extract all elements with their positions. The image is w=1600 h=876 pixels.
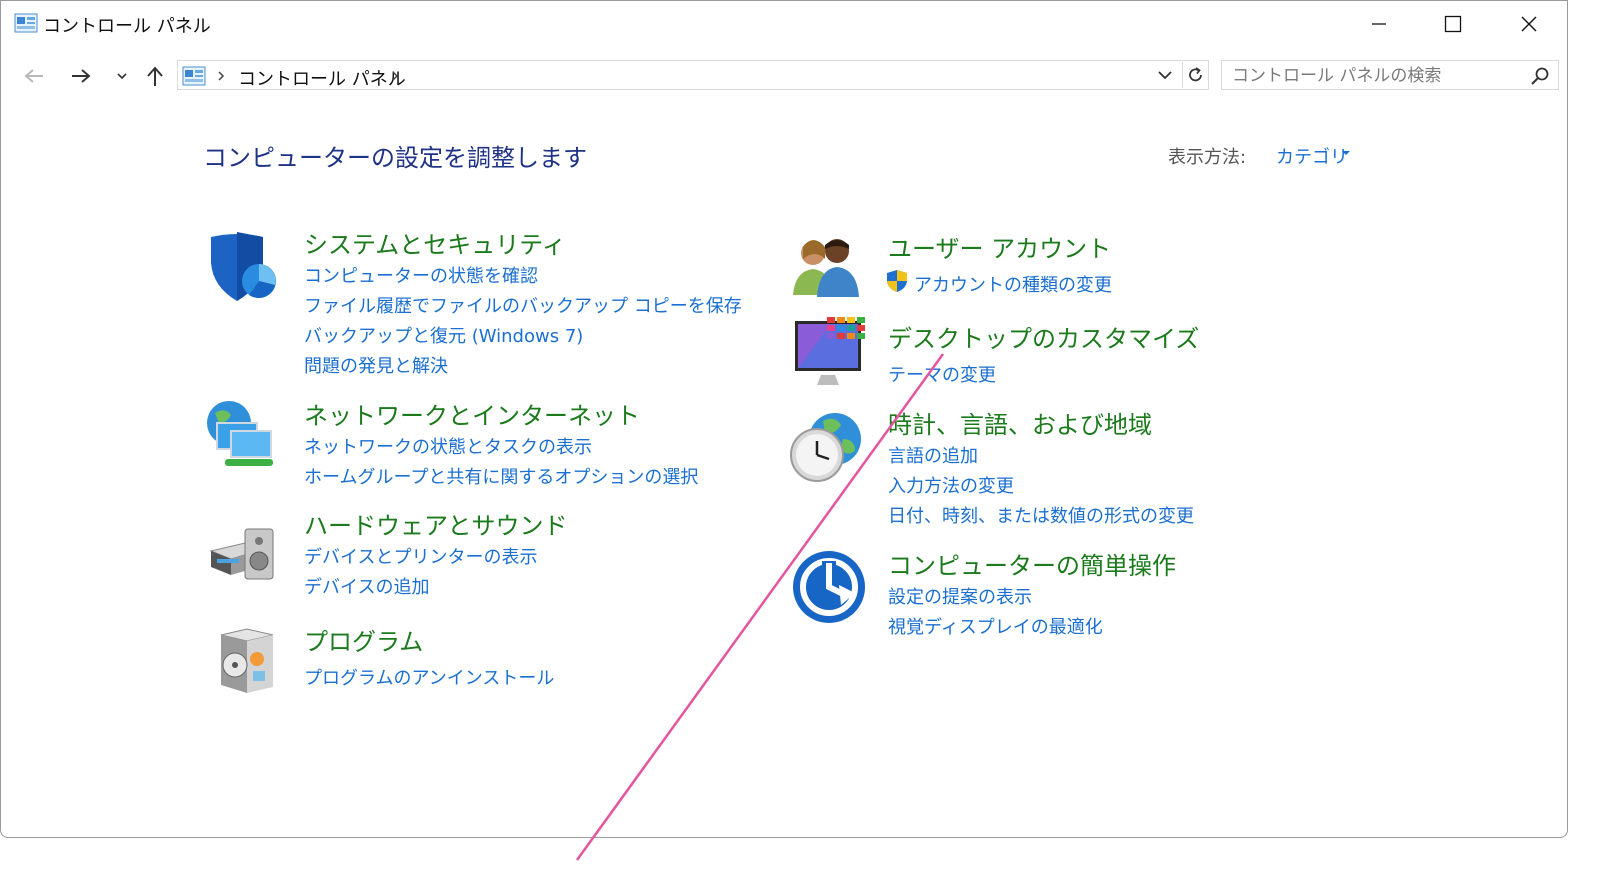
clock-globe-icon[interactable]: [789, 409, 865, 485]
arrow-right-icon: [72, 69, 91, 83]
search-box[interactable]: [1221, 60, 1559, 90]
chevron-right-icon[interactable]: [216, 70, 226, 82]
category-title-ease-of-access[interactable]: コンピューターの簡単操作: [888, 546, 1176, 581]
link-check-computer-status[interactable]: コンピューターの状態を確認: [304, 262, 538, 288]
link-settings-suggestions[interactable]: 設定の提案の表示: [888, 583, 1032, 609]
chevron-right-icon[interactable]: [390, 70, 400, 82]
minimize-button[interactable]: [1341, 1, 1417, 47]
shield-icon[interactable]: [205, 229, 281, 305]
category-title-clock-language-region[interactable]: 時計、言語、および地域: [888, 405, 1152, 440]
link-add-device[interactable]: デバイスの追加: [304, 573, 429, 599]
category-title-desktop-customization[interactable]: デスクトップのカスタマイズ: [888, 319, 1199, 354]
link-uninstall-program[interactable]: プログラムのアンインストール: [304, 664, 554, 690]
title-bar: コントロール パネル: [1, 1, 1567, 47]
link-network-status[interactable]: ネットワークの状態とタスクの表示: [304, 433, 592, 459]
view-by-label: 表示方法:: [1168, 147, 1247, 168]
printer-speaker-icon[interactable]: [205, 515, 281, 591]
view-by-dropdown[interactable]: カテゴリ: [1276, 143, 1348, 169]
ease-of-access-icon[interactable]: [791, 549, 867, 625]
arrow-left-icon: [24, 69, 43, 83]
chevron-down-icon[interactable]: [1156, 66, 1174, 84]
link-backup-restore[interactable]: バックアップと復元 (Windows 7): [304, 322, 583, 348]
refresh-icon: [1189, 67, 1202, 82]
recent-locations-button[interactable]: [112, 61, 132, 91]
link-change-theme[interactable]: テーマの変更: [888, 361, 996, 387]
refresh-button[interactable]: [1182, 62, 1209, 88]
close-icon: [1521, 16, 1537, 32]
users-icon[interactable]: [791, 229, 867, 305]
network-globe-icon[interactable]: [203, 397, 279, 473]
programs-box-icon[interactable]: [207, 621, 283, 697]
arrow-up-icon: [147, 66, 163, 86]
search-icon[interactable]: [1530, 66, 1550, 86]
link-change-account-type[interactable]: アカウントの種類の変更: [914, 271, 1112, 297]
link-change-date-time-format[interactable]: 日付、時刻、または数値の形式の変更: [888, 502, 1194, 528]
link-troubleshoot[interactable]: 問題の発見と解決: [304, 352, 448, 378]
maximize-icon: [1444, 15, 1462, 33]
link-change-input-method[interactable]: 入力方法の変更: [888, 472, 1014, 498]
link-add-language[interactable]: 言語の追加: [888, 442, 978, 468]
window-title: コントロール パネル: [43, 16, 211, 37]
maximize-button[interactable]: [1415, 1, 1491, 47]
breadcrumb-control-panel[interactable]: コントロール パネル: [238, 65, 406, 91]
desktop-monitor-icon[interactable]: [791, 315, 867, 391]
link-homegroup-sharing[interactable]: ホームグループと共有に関するオプションの選択: [304, 463, 698, 489]
control-panel-icon: [14, 13, 38, 33]
control-panel-window: コントロール パネル コントロール パネル コントロール パネルの検索 コンピュ…: [0, 0, 1568, 838]
uac-shield-icon: [887, 270, 907, 292]
link-optimize-visual-display[interactable]: 視覚ディスプレイの最適化: [888, 613, 1103, 639]
control-panel-icon: [182, 66, 206, 86]
dropdown-arrow-icon[interactable]: [1342, 151, 1350, 155]
category-title-programs[interactable]: プログラム: [304, 622, 423, 657]
minimize-icon: [1372, 23, 1386, 25]
link-devices-printers[interactable]: デバイスとプリンターの表示: [304, 543, 537, 569]
category-title-hardware-sound[interactable]: ハードウェアとサウンド: [304, 506, 568, 541]
category-title-user-accounts[interactable]: ユーザー アカウント: [888, 229, 1111, 264]
category-title-network-internet[interactable]: ネットワークとインターネット: [304, 396, 640, 431]
close-button[interactable]: [1491, 1, 1567, 47]
page-title: コンピューターの設定を調整します: [203, 144, 587, 172]
chevron-down-icon: [117, 73, 127, 80]
category-title-system-security[interactable]: システムとセキュリティ: [304, 225, 566, 260]
forward-button[interactable]: [68, 61, 94, 91]
back-button[interactable]: [21, 61, 47, 91]
up-button[interactable]: [143, 61, 167, 91]
address-bar[interactable]: コントロール パネル: [177, 60, 1209, 90]
link-file-history-backup[interactable]: ファイル履歴でファイルのバックアップ コピーを保存: [304, 292, 742, 318]
search-input[interactable]: [1230, 64, 1524, 88]
